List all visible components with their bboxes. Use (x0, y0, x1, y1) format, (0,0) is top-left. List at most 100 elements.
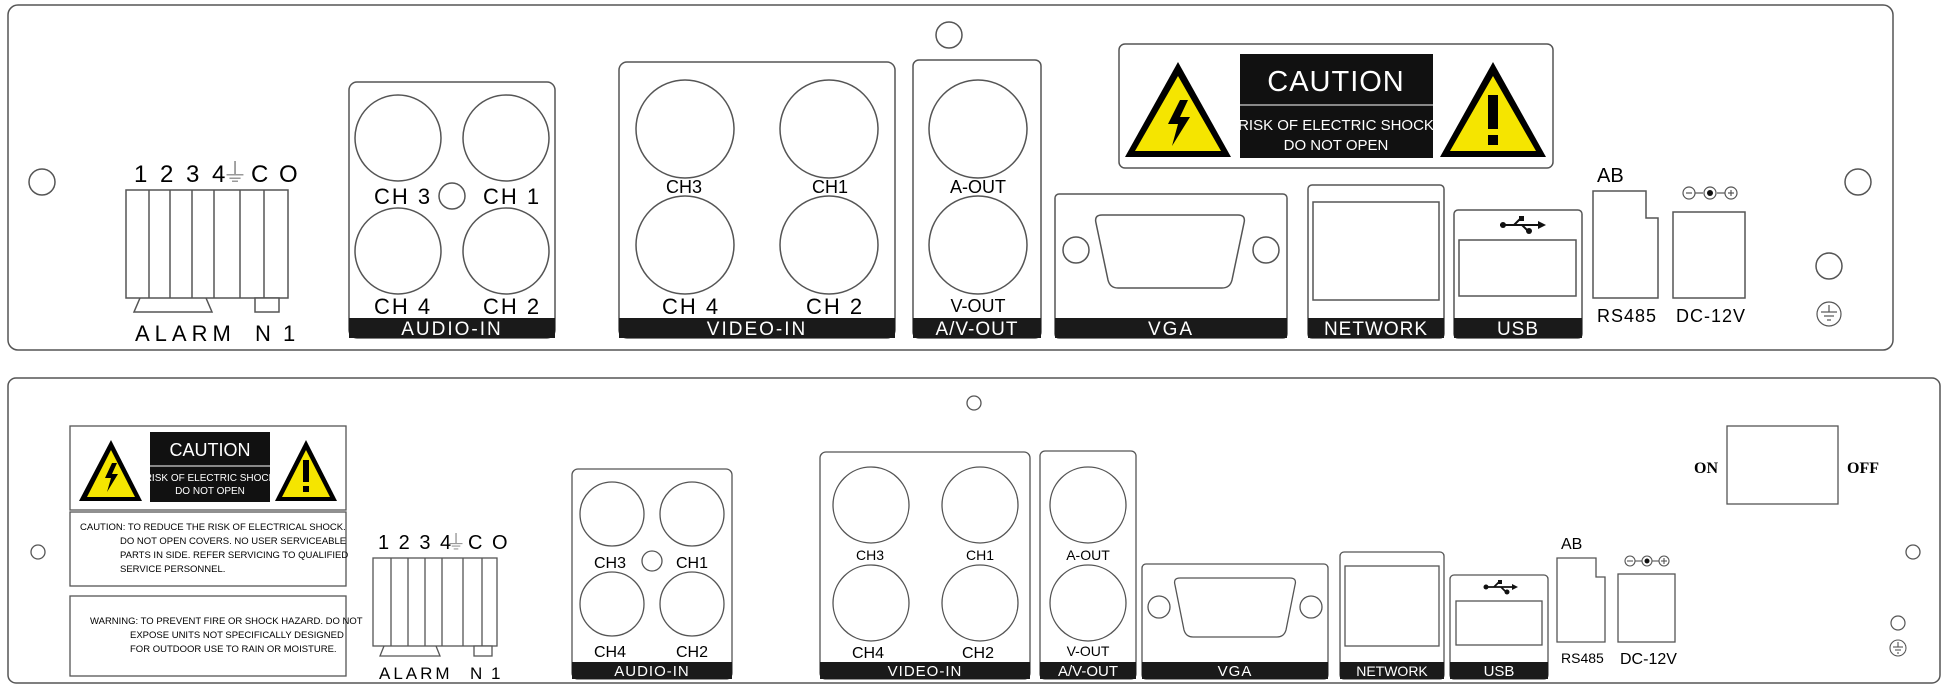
audio-in-ch3-jack[interactable] (579, 481, 645, 547)
earth-ground-icon (1816, 301, 1842, 327)
av-out-group: A-OUT V-OUT A/V-OUT (1039, 450, 1137, 680)
audio-in-ch1-label: CH 1 (483, 184, 541, 209)
av-out-label: A/V-OUT (1058, 663, 1118, 680)
video-in-group: CH3 CH1 CH4 CH2 VIDEO-IN (819, 451, 1031, 680)
audio-in-ch3-label: CH 3 (374, 184, 432, 209)
dc-polarity-icon (1624, 555, 1670, 567)
video-in-ch1-bnc[interactable] (941, 466, 1019, 544)
video-in-ch4-bnc[interactable] (832, 564, 910, 642)
audio-in-ch1-label: CH1 (676, 555, 708, 572)
audio-in-group: CH 3 CH 1 CH 4 CH 2 AUDIO-IN (348, 81, 556, 340)
mounting-hole-top (966, 395, 982, 411)
video-in-label: VIDEO-IN (707, 319, 807, 340)
audio-in-ch2-jack[interactable] (659, 571, 725, 637)
network-label: NETWORK (1324, 319, 1428, 340)
warning-notice-line-1: WARNING: TO PREVENT FIRE OR SHOCK HAZARD… (90, 616, 363, 627)
ground-symbol: ⏚ (446, 532, 466, 554)
usb-socket[interactable] (1455, 600, 1543, 646)
audio-in-group: CH3 CH1 CH4 CH2 AUDIO-IN (571, 468, 733, 680)
mounting-hole-left (30, 544, 46, 560)
alarm-pin-numbers: 1 2 3 4 (134, 161, 228, 188)
audio-in-ch2-label: CH 2 (483, 294, 541, 319)
v-out-label: V-OUT (1067, 643, 1110, 659)
usb-port-group: USB (1453, 209, 1583, 340)
alarm-label: ALARM (135, 321, 236, 346)
warning-notice-line-3: FOR OUTDOOR USE TO RAIN OR MOISTURE. (130, 644, 337, 655)
video-out-jack[interactable] (928, 195, 1028, 295)
dc-12v-label: DC-12V (1676, 306, 1746, 326)
video-in-ch2-label: CH2 (962, 645, 994, 662)
audio-in-label: AUDIO-IN (614, 663, 690, 680)
audio-in-ch1-jack[interactable] (462, 94, 550, 182)
rs485-ab-label: AB (1597, 165, 1624, 187)
vga-label: VGA (1218, 663, 1253, 680)
caution-line-1: RISK OF ELECTRIC SHOCK (1238, 117, 1434, 134)
video-in-ch2-bnc[interactable] (941, 564, 1019, 642)
audio-in-center-hole (641, 550, 663, 572)
n1-label: N 1 (470, 664, 502, 683)
ground-symbol: ⏚ (222, 158, 248, 188)
video-in-ch1-label: CH1 (966, 547, 994, 563)
video-in-ch1-label: CH1 (812, 177, 848, 197)
audio-in-ch4-jack[interactable] (354, 207, 442, 295)
video-in-label: VIDEO-IN (888, 663, 963, 680)
audio-in-ch3-jack[interactable] (354, 94, 442, 182)
audio-in-ch4-label: CH 4 (374, 294, 432, 319)
video-in-ch3-label: CH3 (856, 547, 884, 563)
audio-in-ch1-jack[interactable] (659, 481, 725, 547)
rear-panel-bottom: CAUTION RISK OF ELECTRIC SHOCK DO NOT OP… (7, 377, 1941, 684)
audio-in-ch2-label: CH2 (676, 644, 708, 661)
video-in-ch4-bnc[interactable] (635, 195, 735, 295)
caution-title: CAUTION (170, 440, 251, 460)
earth-ground-icon (1889, 639, 1907, 657)
video-in-ch4-label: CH 4 (662, 294, 720, 319)
network-port-group: NETWORK (1307, 184, 1445, 340)
caution-line-2: DO NOT OPEN (175, 486, 245, 497)
caution-title: CAUTION (1267, 66, 1405, 98)
caution-label-top: CAUTION RISK OF ELECTRIC SHOCK DO NOT OP… (1118, 43, 1554, 169)
video-out-jack[interactable] (1049, 564, 1127, 642)
rear-panel-top: 1 2 3 4 ⏚ C O ALARM N 1 CH 3 CH 1 CH 4 C… (7, 4, 1894, 351)
caution-notice-line-1: CAUTION: TO REDUCE THE RISK OF ELECTRICA… (80, 522, 346, 533)
audio-out-jack[interactable] (1049, 466, 1127, 544)
caution-notice-line-3: PARTS IN SIDE. REFER SERVICING TO QUALIF… (120, 550, 348, 561)
audio-in-center-hole (438, 182, 466, 210)
caution-notice-line-2: DO NOT OPEN COVERS. NO USER SERVICEABLE (120, 536, 346, 547)
power-switch[interactable] (1726, 425, 1839, 505)
mounting-hole-left (28, 168, 56, 196)
alarm-co-label: C O (251, 161, 300, 188)
video-in-ch2-label: CH 2 (806, 294, 864, 319)
n1-label: N 1 (255, 321, 298, 346)
caution-label-bottom: CAUTION RISK OF ELECTRIC SHOCK DO NOT OP… (69, 425, 347, 511)
ethernet-jack[interactable] (1344, 565, 1440, 647)
audio-in-ch4-jack[interactable] (579, 571, 645, 637)
caution-line-1: RISK OF ELECTRIC SHOCK (145, 473, 276, 484)
vga-port-group: VGA (1054, 193, 1288, 340)
av-out-label: A/V-OUT (935, 319, 1018, 340)
warning-notice-line-2: EXPOSE UNITS NOT SPECIFICALLY DESIGNED (130, 630, 344, 641)
a-out-label: A-OUT (1066, 547, 1110, 563)
vga-label: VGA (1148, 319, 1194, 340)
usb-label: USB (1484, 663, 1515, 680)
caution-notice-box: CAUTION: TO REDUCE THE RISK OF ELECTRICA… (69, 511, 348, 587)
caution-notice-line-4: SERVICE PERSONNEL. (120, 564, 225, 575)
av-out-group: A-OUT V-OUT A/V-OUT (912, 59, 1042, 340)
a-out-label: A-OUT (950, 177, 1006, 197)
ethernet-jack[interactable] (1312, 201, 1440, 301)
video-in-group: CH3 CH1 CH 4 CH 2 VIDEO-IN (618, 61, 896, 340)
usb-socket[interactable] (1458, 239, 1577, 297)
video-in-ch3-bnc[interactable] (635, 79, 735, 179)
alarm-pin-numbers: 1 2 3 4 (378, 532, 453, 554)
video-in-ch2-bnc[interactable] (779, 195, 879, 295)
rs485-ab-label: AB (1561, 536, 1582, 553)
mounting-hole-right (1905, 544, 1921, 560)
warning-notice-box: WARNING: TO PREVENT FIRE OR SHOCK HAZARD… (69, 595, 363, 677)
network-label: NETWORK (1356, 663, 1428, 679)
mounting-hole-top (935, 21, 963, 49)
audio-in-ch2-jack[interactable] (462, 207, 550, 295)
audio-out-jack[interactable] (928, 79, 1028, 179)
video-in-ch1-bnc[interactable] (779, 79, 879, 179)
power-on-label: ON (1694, 460, 1718, 477)
video-in-ch3-bnc[interactable] (832, 466, 910, 544)
v-out-label: V-OUT (950, 296, 1005, 316)
